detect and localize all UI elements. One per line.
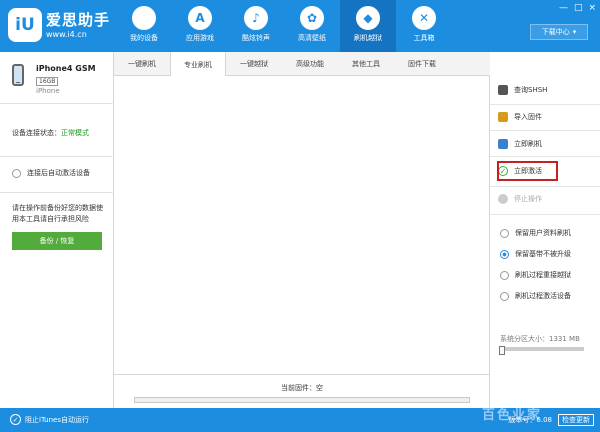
option-label: 刷机过程重接越狱 [515, 271, 571, 279]
block-itunes-label: 阻止iTunes自动运行 [25, 415, 89, 424]
divider [490, 104, 600, 105]
option-label: 刷机过程激活设备 [515, 292, 571, 300]
bell-icon: ♪ [244, 6, 268, 30]
tab-pro-flash[interactable]: 专业刷机 [170, 52, 226, 77]
window-controls: — □ × [559, 3, 596, 13]
search-icon [498, 85, 508, 95]
nav-apps-games[interactable]: A 应用游戏 [172, 0, 228, 52]
divider [490, 186, 600, 187]
nav-label: 刷机越狱 [354, 34, 382, 42]
auto-activate-radio[interactable] [12, 168, 21, 178]
radio[interactable] [500, 228, 509, 238]
close-button[interactable]: × [588, 3, 596, 13]
nav-label: 酷炫铃声 [242, 34, 270, 42]
option-keep-user-data[interactable]: 保留用户资料刷机 [500, 228, 571, 238]
option-label: 保留基带不被升级 [515, 250, 571, 258]
device-type: iPhone [36, 87, 60, 95]
brand-name: 爱思助手 [46, 11, 111, 29]
connection-status: 设备连接状态：正常模式 [12, 128, 89, 138]
radio[interactable] [500, 270, 509, 280]
device-name: iPhone4 GSM [36, 64, 96, 73]
nav-label: 我的设备 [130, 34, 158, 42]
top-header: iU 爱思助手 www.i4.cn 我的设备 A 应用游戏 ♪ 酷炫铃声 ✿ 高… [0, 0, 600, 52]
nav-wallpapers[interactable]: ✿ 高清壁纸 [284, 0, 340, 52]
partition-label: 系统分区大小： [500, 335, 549, 343]
maximize-button[interactable]: □ [574, 3, 583, 13]
main-nav: 我的设备 A 应用游戏 ♪ 酷炫铃声 ✿ 高清壁纸 ◆ 刷机越狱 ✕ 工具箱 [116, 0, 452, 52]
flower-icon: ✿ [300, 6, 324, 30]
auto-activate-option[interactable]: 连接后自动激活设备 [12, 168, 90, 178]
nav-label: 高清壁纸 [298, 34, 326, 42]
minimize-button[interactable]: — [559, 3, 568, 13]
tools-icon: ✕ [412, 6, 436, 30]
tab-firmware-download[interactable]: 固件下载 [394, 52, 450, 76]
check-icon: ✓ [10, 414, 21, 425]
nav-ringtones[interactable]: ♪ 酷炫铃声 [228, 0, 284, 52]
logo: iU [8, 8, 42, 42]
tab-one-click-flash[interactable]: 一键刷机 [114, 52, 170, 76]
chevron-down-icon: ▾ [572, 28, 577, 36]
action-label: 立即刷机 [514, 140, 542, 148]
stop-operation-button[interactable]: 停止操作 [498, 194, 542, 204]
tab-bar: 一键刷机 专业刷机 一键越狱 高级功能 其他工具 固件下载 [114, 52, 490, 77]
backup-warning: 请在操作前备份好您的数据使用本工具请自行承担风险 [12, 204, 103, 223]
dropbox-icon: ◆ [356, 6, 380, 30]
connection-status-value: 正常模式 [61, 129, 89, 137]
download-center-label: 下载中心 [541, 28, 570, 36]
nav-my-device[interactable]: 我的设备 [116, 0, 172, 52]
partition-value: 1331 MB [549, 335, 580, 343]
tab-advanced[interactable]: 高级功能 [282, 52, 338, 76]
device-info: iPhone4 GSM 16GB iPhone [0, 52, 114, 104]
actions-panel: 查询SHSH 导入固件 立即刷机 ✓ 立即激活 停止操作 保留用户资料刷机 保留… [490, 52, 600, 408]
device-storage-badge: 16GB [36, 77, 59, 86]
device-panel: iPhone4 GSM 16GB iPhone 设备连接状态：正常模式 连接后自… [0, 52, 114, 408]
download-center-button[interactable]: 下载中心 ▾ [530, 24, 588, 40]
query-shsh-button[interactable]: 查询SHSH [498, 85, 547, 95]
watermark: 百色业家 [482, 408, 543, 423]
stop-icon [498, 194, 508, 204]
firmware-progress-bar [134, 397, 470, 403]
import-icon [498, 112, 508, 122]
partition-slider-track[interactable] [502, 347, 584, 351]
nav-toolbox[interactable]: ✕ 工具箱 [396, 0, 452, 52]
check-update-button[interactable]: 检查更新 [558, 414, 594, 426]
radio[interactable] [500, 291, 509, 301]
main-content: 当前固件：空 [114, 76, 490, 408]
action-label: 停止操作 [514, 195, 542, 203]
nav-label: 应用游戏 [186, 34, 214, 42]
divider [490, 214, 600, 215]
system-partition-size: 系统分区大小：1331 MB [500, 334, 580, 344]
nav-label: 工具箱 [413, 34, 435, 42]
action-label: 查询SHSH [514, 86, 548, 94]
option-keep-baseband[interactable]: 保留基带不被升级 [500, 249, 571, 259]
radio-checked[interactable] [500, 249, 509, 259]
current-firmware-label: 当前固件：空 [281, 384, 323, 392]
apple-icon [132, 6, 156, 30]
divider [0, 156, 114, 157]
tab-other-tools[interactable]: 其他工具 [338, 52, 394, 76]
app-store-icon: A [188, 6, 212, 30]
phone-icon [12, 64, 24, 86]
divider [0, 192, 114, 193]
connection-status-label: 设备连接状态： [12, 129, 61, 137]
nav-flash-jailbreak[interactable]: ◆ 刷机越狱 [340, 0, 396, 52]
flash-now-button[interactable]: 立即刷机 [498, 139, 542, 149]
option-label: 保留用户资料刷机 [515, 229, 571, 237]
backup-restore-button[interactable]: 备份 / 恢复 [12, 232, 102, 250]
import-firmware-button[interactable]: 导入固件 [498, 112, 542, 122]
highlight-box [497, 161, 558, 181]
brand-url: www.i4.cn [46, 30, 87, 39]
block-itunes-toggle[interactable]: ✓ 阻止iTunes自动运行 [10, 414, 89, 425]
tab-one-click-jailbreak[interactable]: 一键越狱 [226, 52, 282, 76]
flash-icon [498, 139, 508, 149]
partition-slider-handle[interactable] [499, 346, 505, 355]
option-rejailbreak[interactable]: 刷机过程重接越狱 [500, 270, 571, 280]
action-label: 导入固件 [514, 113, 542, 121]
option-activate-device[interactable]: 刷机过程激活设备 [500, 291, 571, 301]
auto-activate-label: 连接后自动激活设备 [27, 169, 90, 177]
divider [490, 130, 600, 131]
firmware-area: 当前固件：空 [114, 374, 490, 403]
divider [490, 156, 600, 157]
